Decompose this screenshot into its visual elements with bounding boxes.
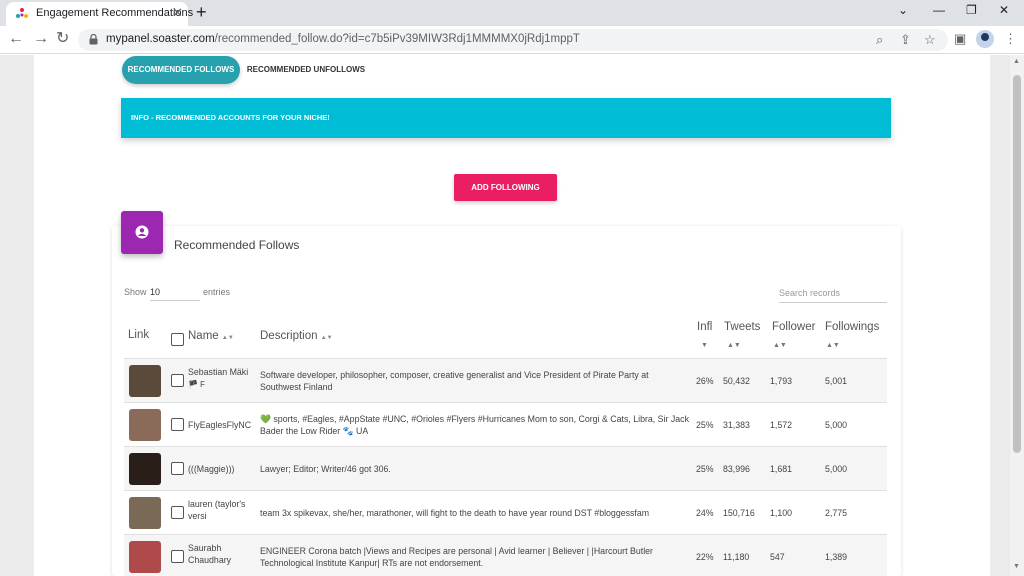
row-checkbox[interactable] (171, 418, 184, 431)
info-banner: INFO - RECOMMENDED ACCOUNTS FOR YOUR NIC… (121, 98, 891, 138)
row-tweets: 83,996 (723, 464, 750, 474)
scroll-up-icon[interactable]: ▲ (1013, 58, 1020, 65)
table-row: lauren (taylor's versi team 3x spikevax,… (124, 490, 887, 534)
bookmark-star-icon[interactable]: ☆ (924, 32, 936, 48)
col-header-tweets[interactable]: Tweets (724, 321, 760, 333)
tab-search-icon[interactable]: ⌄ (898, 3, 908, 17)
row-description: ENGINEER Corona batch |Views and Recipes… (260, 546, 653, 568)
row-checkbox[interactable] (171, 462, 184, 475)
row-followings: 5,001 (825, 376, 848, 386)
col-header-infl[interactable]: Infl (697, 321, 712, 333)
row-infl: 25% (696, 420, 714, 430)
page-scrollbar[interactable]: ▲ ▼ (1010, 55, 1024, 576)
close-tab-icon[interactable]: ✕ (172, 5, 183, 21)
reload-icon[interactable]: ↻ (56, 30, 69, 48)
engagement-favicon-icon (16, 8, 28, 18)
row-name: Sebastian Mäki 🏴 F (188, 367, 249, 389)
row-name: lauren (taylor's versi (188, 499, 246, 521)
share-icon[interactable]: ⇪ (900, 32, 911, 48)
row-infl: 26% (696, 376, 714, 386)
row-description: 💚 sports, #Eagles, #AppState #UNC, #Orio… (260, 414, 689, 436)
scroll-thumb[interactable] (1013, 75, 1021, 453)
search-records-input[interactable] (779, 284, 887, 303)
card-title: Recommended Follows (174, 238, 300, 252)
row-infl: 22% (696, 552, 714, 562)
row-name: Saurabh Chaudhary (188, 543, 232, 565)
page-gutter-left (0, 55, 34, 576)
col-header-link: Link (128, 329, 150, 341)
avatar[interactable] (129, 453, 161, 485)
sort-icon: ▲▼ (221, 335, 234, 341)
sort-icon: ▲▼ (727, 342, 741, 349)
browser-tab[interactable]: Engagement Recommendations ✕ (6, 2, 193, 26)
select-all-checkbox[interactable] (171, 333, 184, 346)
row-tweets: 31,383 (723, 420, 750, 430)
entries-select[interactable]: 10 (150, 283, 200, 301)
show-label: Show (124, 287, 147, 297)
card-header-badge (121, 211, 163, 254)
row-name: (((Maggie))) (188, 464, 235, 474)
entries-label: entries (203, 287, 231, 297)
row-name: FlyEaglesFlyNC (188, 420, 252, 430)
col-header-followings[interactable]: Followings (825, 321, 879, 333)
row-followings: 5,000 (825, 464, 848, 474)
add-following-button[interactable]: ADD FOLLOWING (454, 174, 557, 201)
row-description: Lawyer; Editor; Writer/46 got 306. (260, 464, 391, 474)
row-followings: 5,000 (825, 420, 848, 430)
row-follower: 1,100 (770, 508, 793, 518)
row-description: team 3x spikevax, she/her, marathoner, w… (260, 508, 650, 518)
browser-tab-bar: Engagement Recommendations ✕ + ⌄ — ❐ ✕ (0, 0, 1024, 26)
new-tab-icon[interactable]: + (196, 2, 207, 22)
minimize-icon[interactable]: — (933, 3, 945, 17)
col-header-name[interactable]: Name ▲▼ (188, 330, 234, 342)
profile-avatar-icon[interactable] (976, 30, 994, 48)
close-window-icon[interactable]: ✕ (999, 3, 1009, 17)
row-infl: 25% (696, 464, 714, 474)
restore-icon[interactable]: ❐ (966, 3, 977, 17)
forward-icon[interactable]: → (33, 30, 49, 48)
row-follower: 1,793 (770, 376, 793, 386)
row-checkbox[interactable] (171, 374, 184, 387)
row-tweets: 50,432 (723, 376, 750, 386)
address-bar[interactable]: mypanel.soaster.com/recommended_follow.d… (78, 29, 948, 51)
row-follower: 1,681 (770, 464, 793, 474)
row-followings: 1,389 (825, 552, 848, 562)
sort-desc-icon: ▼ (701, 342, 708, 349)
browser-toolbar: ← → ↻ mypanel.soaster.com/recommended_fo… (0, 26, 1024, 54)
tab-title: Engagement Recommendations (36, 7, 194, 19)
user-circle-icon (135, 225, 149, 239)
lock-icon (89, 34, 98, 45)
table-row: Saurabh Chaudhary ENGINEER Corona batch … (124, 534, 887, 576)
sort-icon: ▲▼ (320, 335, 333, 341)
sort-icon: ▲▼ (826, 342, 840, 349)
table-row: Sebastian Mäki 🏴 F Software developer, ph… (124, 358, 887, 402)
page-gutter-right (990, 55, 1010, 576)
avatar[interactable] (129, 409, 161, 441)
row-followings: 2,775 (825, 508, 848, 518)
avatar[interactable] (129, 541, 161, 573)
table-row: (((Maggie))) Lawyer; Editor; Writer/46 g… (124, 446, 887, 490)
tab-recommended-follows[interactable]: RECOMMENDED FOLLOWS (122, 56, 240, 84)
row-follower: 1,572 (770, 420, 793, 430)
back-icon[interactable]: ← (8, 30, 24, 48)
avatar[interactable] (129, 497, 161, 529)
tab-recommended-unfollows[interactable]: RECOMMENDED UNFOLLOWS (246, 56, 366, 84)
row-tweets: 150,716 (723, 508, 755, 518)
row-checkbox[interactable] (171, 506, 184, 519)
row-description: Software developer, philosopher, compose… (260, 370, 649, 392)
col-header-description[interactable]: Description ▲▼ (260, 330, 333, 342)
row-tweets: 11,180 (723, 552, 750, 562)
row-checkbox[interactable] (171, 550, 184, 563)
scroll-down-icon[interactable]: ▼ (1013, 563, 1020, 570)
url-text: mypanel.soaster.com/recommended_follow.d… (106, 33, 580, 45)
sort-icon: ▲▼ (773, 342, 787, 349)
side-panel-icon[interactable]: ▣ (954, 31, 966, 47)
zoom-icon[interactable]: ⌕ (876, 32, 883, 48)
menu-kebab-icon[interactable]: ⋮ (1004, 31, 1017, 47)
col-header-follower[interactable]: Follower (772, 321, 815, 333)
row-infl: 24% (696, 508, 714, 518)
row-follower: 547 (770, 552, 785, 562)
table-row: FlyEaglesFlyNC 💚 sports, #Eagles, #AppSt… (124, 402, 887, 446)
avatar[interactable] (129, 365, 161, 397)
